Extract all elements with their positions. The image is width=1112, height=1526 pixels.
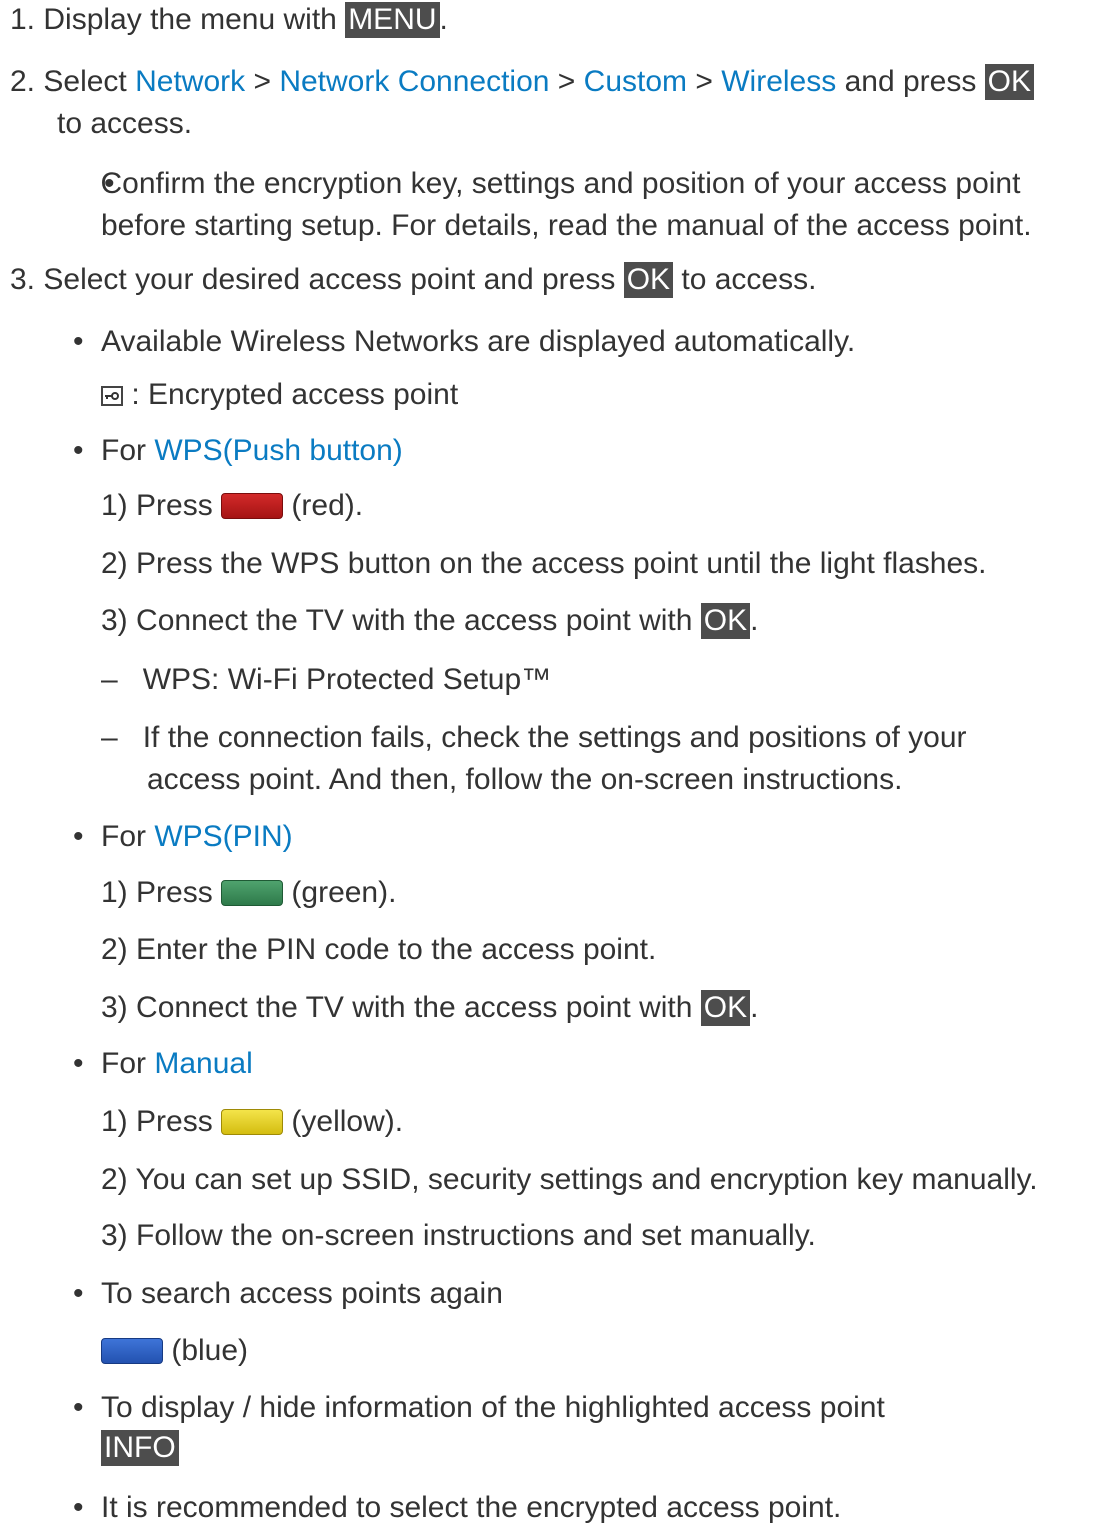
step-text: and press xyxy=(836,65,985,98)
dash-marker: – xyxy=(101,721,118,754)
link-manual[interactable]: Manual xyxy=(154,1047,252,1080)
step-text: to access. xyxy=(673,263,817,296)
link-wps-push-button[interactable]: WPS(Push button) xyxy=(154,434,402,467)
sub-text: Connect the TV with the access point wit… xyxy=(136,604,701,637)
separator: > xyxy=(549,65,584,98)
link-custom[interactable]: Custom xyxy=(584,65,687,98)
bullet-marker: • xyxy=(73,1491,84,1524)
step-number: 1. xyxy=(10,3,36,36)
sub-text: Press xyxy=(136,876,222,909)
wps-pin-step-1: 1) Press (green). xyxy=(101,875,396,911)
for-text: For xyxy=(101,820,155,853)
bullet-wps-push: For WPS(Push button) xyxy=(101,433,403,469)
sub-text: You can set up SSID, security settings a… xyxy=(135,1163,1038,1196)
sub-number: 1) xyxy=(101,489,128,522)
manual-step-2: 2) You can set up SSID, security setting… xyxy=(101,1162,1038,1198)
step-number: 2. xyxy=(10,65,36,98)
dash-note-fail: – If the connection fails, check the set… xyxy=(101,720,967,756)
sub-number: 3) xyxy=(101,604,128,637)
dash-marker: – xyxy=(101,663,118,696)
bullet-confirm-line2: before starting setup. For details, read… xyxy=(101,209,1032,242)
step-1: 1. Display the menu with MENU. xyxy=(10,2,448,38)
wps-pin-step-3: 3) Connect the TV with the access point … xyxy=(101,990,758,1026)
note-text: WPS: Wi-Fi Protected Setup™ xyxy=(142,663,552,696)
sub-text: (yellow). xyxy=(283,1105,404,1138)
note-text: If the connection fails, check the setti… xyxy=(142,721,967,754)
period: . xyxy=(750,604,759,637)
blue-button-icon xyxy=(101,1338,163,1364)
ok-key: OK xyxy=(984,64,1035,100)
bullet-confirm-line1: •Confirm the encryption key, settings an… xyxy=(100,166,1021,202)
step-number: 3. xyxy=(10,263,36,296)
sub-text: Press xyxy=(136,489,222,522)
bullet-marker: • xyxy=(73,434,84,467)
bullet-marker: • xyxy=(73,1047,84,1080)
bullet-marker: • xyxy=(73,1277,84,1310)
info-key: INFO xyxy=(101,1430,179,1466)
step-3: 3. Select your desired access point and … xyxy=(10,262,816,298)
manual-step-3: 3) Follow the on-screen instructions and… xyxy=(101,1218,816,1254)
link-wireless[interactable]: Wireless xyxy=(721,65,836,98)
dash-note-wps: – WPS: Wi-Fi Protected Setup™ xyxy=(101,662,551,698)
sub-text: (red). xyxy=(283,489,364,522)
link-network[interactable]: Network xyxy=(135,65,245,98)
period: . xyxy=(439,3,448,36)
sub-number: 3) xyxy=(101,991,128,1024)
sub-text: Follow the on-screen instructions and se… xyxy=(136,1219,816,1252)
bullet-marker: • xyxy=(73,820,84,853)
manual-step-1: 1) Press (yellow). xyxy=(101,1104,403,1140)
sub-number: 1) xyxy=(101,1105,128,1138)
bullet-manual: For Manual xyxy=(101,1046,253,1082)
sub-number: 2) xyxy=(101,547,128,580)
link-network-connection[interactable]: Network Connection xyxy=(279,65,549,98)
bullet-marker: • xyxy=(73,1391,84,1424)
step-text: Display the menu with xyxy=(43,3,346,36)
ok-key: OK xyxy=(623,262,674,298)
link-wps-pin[interactable]: WPS(PIN) xyxy=(154,820,292,853)
encrypted-label: : Encrypted access point xyxy=(123,378,459,411)
ok-key: OK xyxy=(700,603,751,639)
sub-number: 3) xyxy=(101,1219,128,1252)
bullet-wps-pin: For WPS(PIN) xyxy=(101,819,293,855)
blue-label: (blue) xyxy=(163,1334,249,1367)
sub-text: (green). xyxy=(283,876,397,909)
encrypted-legend: : Encrypted access point xyxy=(101,377,458,413)
separator: > xyxy=(687,65,722,98)
sub-number: 2) xyxy=(101,933,128,966)
bullet-display-hide: To display / hide information of the hig… xyxy=(101,1391,885,1424)
blue-button-line: (blue) xyxy=(101,1333,248,1369)
for-text: For xyxy=(101,434,155,467)
step-text: Select your desired access point and pre… xyxy=(43,263,624,296)
menu-key: MENU xyxy=(345,2,440,38)
bullet-recommend: It is recommended to select the encrypte… xyxy=(101,1491,842,1524)
for-text: For xyxy=(101,1047,155,1080)
info-key-line: INFO xyxy=(101,1430,179,1466)
bullet-text: Confirm the encryption key, settings and… xyxy=(100,167,1021,200)
sub-text: Connect the TV with the access point wit… xyxy=(136,991,701,1024)
bullet-marker: • xyxy=(73,325,84,358)
period: . xyxy=(750,991,759,1024)
sub-number: 1) xyxy=(101,876,128,909)
red-button-icon xyxy=(221,493,284,519)
step-2: 2. Select Network > Network Connection >… xyxy=(10,64,1035,100)
bullet-search-again: To search access points again xyxy=(101,1277,503,1310)
sub-text: Press the WPS button on the access point… xyxy=(136,547,987,580)
wps-pin-step-2: 2) Enter the PIN code to the access poin… xyxy=(101,932,656,968)
wps-push-step-1: 1) Press (red). xyxy=(101,488,363,524)
yellow-button-icon xyxy=(221,1109,284,1135)
wps-push-step-2: 2) Press the WPS button on the access po… xyxy=(101,546,987,582)
green-button-icon xyxy=(221,880,284,906)
ok-key: OK xyxy=(700,990,751,1026)
sub-text: Press xyxy=(136,1105,222,1138)
step-2-continued: to access. xyxy=(57,107,193,140)
dash-note-fail-line2: access point. And then, follow the on-sc… xyxy=(147,763,903,796)
step-text: Select xyxy=(43,65,136,98)
encrypted-access-point-icon xyxy=(101,386,123,406)
separator: > xyxy=(245,65,280,98)
sub-number: 2) xyxy=(101,1163,128,1196)
sub-text: Enter the PIN code to the access point. xyxy=(136,933,657,966)
wps-push-step-3: 3) Connect the TV with the access point … xyxy=(101,603,758,639)
bullet-available-networks: Available Wireless Networks are displaye… xyxy=(101,325,856,358)
